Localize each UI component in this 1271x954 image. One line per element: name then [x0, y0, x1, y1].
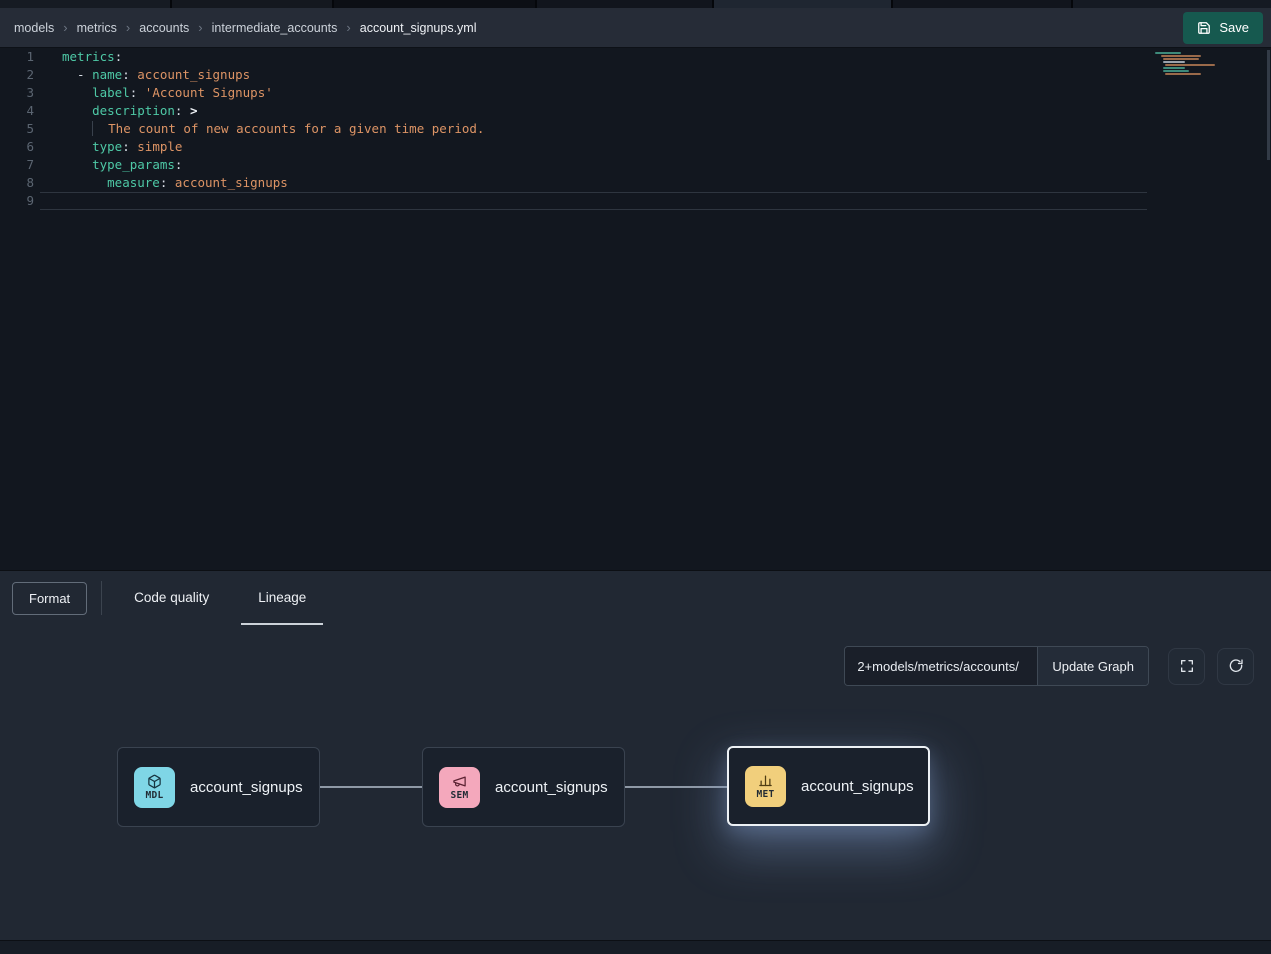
code-line[interactable]: 3 label: 'Account Signups' [0, 84, 1271, 102]
megaphone-icon [452, 774, 467, 789]
editor-tab[interactable] [172, 0, 332, 8]
scrollbar-thumb[interactable] [1267, 50, 1270, 160]
code-line[interactable]: 6 type: simple [0, 138, 1271, 156]
chevron-separator-icon: › [198, 20, 202, 35]
editor-tab[interactable] [537, 0, 712, 8]
node-label: account_signups [190, 779, 303, 796]
line-number: 5 [0, 120, 40, 138]
lineage-node-model[interactable]: MDL account_signups [117, 747, 320, 827]
code-line[interactable]: 4 description: > [0, 102, 1271, 120]
line-number: 1 [0, 48, 40, 66]
breadcrumb-item-intermediate-accounts[interactable]: intermediate_accounts [212, 21, 338, 35]
node-badge-sem: SEM [439, 767, 480, 808]
minimap[interactable] [1155, 52, 1217, 76]
line-number: 9 [0, 192, 40, 210]
code-line[interactable]: 1 metrics: [0, 48, 1271, 66]
code-editor[interactable]: 1 metrics: 2 - name: account_signups 3 l… [0, 48, 1271, 570]
editor-tab[interactable] [893, 0, 1071, 8]
edge-line [625, 786, 727, 788]
line-number: 4 [0, 102, 40, 120]
line-number: 7 [0, 156, 40, 174]
editor-tab-active[interactable] [714, 0, 891, 8]
bottom-panel: Format Code quality Lineage Update Graph [0, 570, 1271, 954]
edge-line [320, 786, 422, 788]
breadcrumb-item-file: account_signups.yml [360, 21, 477, 35]
line-number: 8 [0, 174, 40, 192]
lineage-graph: MDL account_signups SEM account_signups [0, 571, 1271, 954]
chevron-separator-icon: › [126, 20, 130, 35]
save-icon [1197, 21, 1211, 35]
breadcrumb-item-metrics[interactable]: metrics [77, 21, 117, 35]
node-badge-label: MDL [145, 790, 163, 801]
breadcrumb: models › metrics › accounts › intermedia… [14, 20, 477, 35]
node-label: account_signups [495, 779, 608, 796]
code-line[interactable]: 5 The count of new accounts for a given … [0, 120, 1271, 138]
editor-tab[interactable] [334, 0, 535, 8]
breadcrumb-item-models[interactable]: models [14, 21, 54, 35]
node-label: account_signups [801, 778, 914, 795]
save-button[interactable]: Save [1183, 12, 1263, 44]
package-icon [147, 774, 162, 789]
status-strip [0, 940, 1271, 954]
code-line-current[interactable]: 9 [0, 192, 1271, 210]
line-number: 2 [0, 66, 40, 84]
lineage-node-semantic[interactable]: SEM account_signups [422, 747, 625, 827]
line-number: 3 [0, 84, 40, 102]
line-number: 6 [0, 138, 40, 156]
editor-tab[interactable] [1073, 0, 1271, 8]
node-badge-label: SEM [450, 790, 468, 801]
save-button-label: Save [1219, 20, 1249, 35]
code-line[interactable]: 2 - name: account_signups [0, 66, 1271, 84]
editor-tab[interactable] [0, 0, 170, 8]
code-line[interactable]: 8 measure: account_signups [0, 174, 1271, 192]
code-line[interactable]: 7 type_params: [0, 156, 1271, 174]
bar-chart-icon [758, 773, 773, 788]
node-badge-label: MET [756, 789, 774, 800]
breadcrumb-toolbar: models › metrics › accounts › intermedia… [0, 8, 1271, 48]
breadcrumb-item-accounts[interactable]: accounts [139, 21, 189, 35]
chevron-separator-icon: › [63, 20, 67, 35]
node-badge-mdl: MDL [134, 767, 175, 808]
tab-strip [0, 0, 1271, 8]
chevron-separator-icon: › [346, 20, 350, 35]
lineage-node-metric-selected[interactable]: MET account_signups [727, 746, 930, 826]
node-badge-met: MET [745, 766, 786, 807]
